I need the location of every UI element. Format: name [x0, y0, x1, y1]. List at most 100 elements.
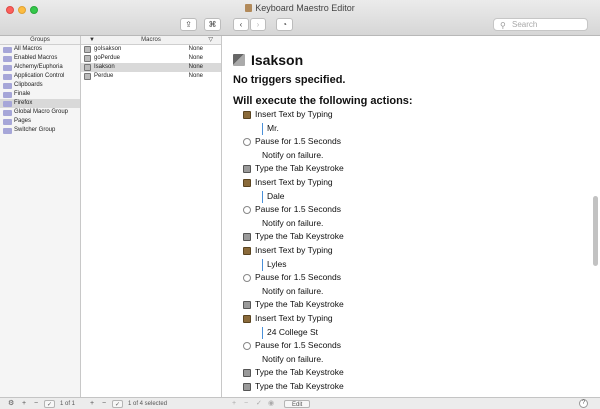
- macro-item[interactable]: goPerdue None: [81, 54, 221, 63]
- command-button[interactable]: ⌘: [204, 18, 221, 31]
- action-item[interactable]: Pause for 1.5 Seconds: [241, 339, 581, 353]
- document-icon: [245, 4, 253, 12]
- toggle-action-icon[interactable]: ✓: [256, 400, 262, 408]
- gear-icon[interactable]: ⚙: [8, 400, 14, 408]
- group-label: Clipboards: [14, 82, 43, 88]
- add-action-button[interactable]: +: [232, 400, 236, 408]
- action-text-value: 24 College St: [241, 326, 581, 340]
- group-item[interactable]: Alchemy/Euphoria: [0, 63, 80, 72]
- group-item[interactable]: Application Control: [0, 72, 80, 81]
- macro-item[interactable]: Isakson None: [81, 63, 221, 72]
- macro-name: goIsakson: [94, 46, 122, 52]
- actions-list: Insert Text by Typing Mr. Pause for 1.5 Se…: [241, 108, 581, 393]
- action-item[interactable]: Type the Tab Keystroke: [241, 298, 581, 312]
- keystroke-icon: [243, 369, 251, 378]
- edit-button[interactable]: Edit: [284, 400, 311, 408]
- remove-group-button[interactable]: −: [34, 400, 38, 408]
- group-item[interactable]: Clipboards: [0, 81, 80, 90]
- history-button[interactable]: ◔: [276, 18, 293, 31]
- add-group-button[interactable]: +: [22, 400, 26, 408]
- folder-icon: [3, 110, 12, 116]
- action-label: Insert Text by Typing: [255, 244, 333, 255]
- macros-pane: ▼ Macros ▽ goIsakson None goPerdue None Isak…: [81, 36, 222, 397]
- groups-pane: Groups All Macros Enabled Macros Alchemy/E…: [0, 36, 81, 397]
- forward-button[interactable]: ›: [250, 18, 266, 31]
- macro-name: Isakson: [94, 64, 115, 70]
- insert-text-icon: [243, 178, 251, 187]
- actions-heading: Will execute the following actions:: [233, 95, 413, 107]
- folder-icon: [3, 92, 12, 98]
- add-macro-button[interactable]: +: [90, 400, 94, 408]
- record-icon[interactable]: ◉: [268, 400, 274, 408]
- group-item[interactable]: Finale: [0, 90, 80, 99]
- action-item[interactable]: Insert Text by Typing: [241, 244, 581, 258]
- action-item[interactable]: Type the Tab Keystroke: [241, 230, 581, 244]
- group-label: Switcher Group: [14, 127, 56, 133]
- action-item[interactable]: Pause for 1.5 Seconds: [241, 271, 581, 285]
- action-item[interactable]: Insert Text by Typing: [241, 176, 581, 190]
- action-note: Notify on failure.: [262, 149, 324, 160]
- macro-icon: [84, 73, 91, 80]
- group-label: Application Control: [14, 73, 65, 79]
- search-field[interactable]: ⚲ Search: [493, 18, 588, 31]
- action-label: Insert Text by Typing: [255, 176, 333, 187]
- window-title: Keyboard Maestro Editor: [0, 3, 600, 13]
- group-item[interactable]: Pages: [0, 117, 80, 126]
- action-label: Pause for 1.5 Seconds: [255, 340, 342, 351]
- macro-item[interactable]: Perdue None: [81, 72, 221, 81]
- filter-icon[interactable]: ▽: [208, 36, 213, 44]
- group-item[interactable]: Global Macro Group: [0, 108, 80, 117]
- action-note: Notify on failure.: [262, 353, 324, 364]
- pause-icon: [243, 138, 251, 147]
- action-label: Type the Tab Keystroke: [255, 367, 344, 378]
- group-item[interactable]: Switcher Group: [0, 126, 80, 135]
- action-text-value: Mr.: [241, 122, 581, 136]
- insert-text-icon: [243, 246, 251, 255]
- action-label: Insert Text by Typing: [255, 312, 333, 323]
- back-button[interactable]: ‹: [233, 18, 249, 31]
- chevron-right-icon: ›: [256, 20, 260, 29]
- group-item[interactable]: Firefox: [0, 99, 80, 108]
- action-item[interactable]: Type the Tab Keystroke: [241, 366, 581, 380]
- action-item[interactable]: Pause for 1.5 Seconds: [241, 135, 581, 149]
- folder-icon: [3, 83, 12, 89]
- macro-trigger: None: [188, 73, 203, 79]
- group-label: Enabled Macros: [14, 55, 58, 61]
- scrollbar[interactable]: [593, 196, 598, 266]
- macro-icon: [84, 64, 91, 71]
- macro-trigger: None: [188, 46, 203, 52]
- folder-icon: [3, 119, 12, 125]
- folder-icon: [3, 47, 12, 53]
- action-label: Type the Tab Keystroke: [255, 380, 344, 391]
- clock-icon: ◔: [282, 20, 287, 29]
- keystroke-icon: [243, 301, 251, 310]
- macros-toggle-button[interactable]: ✓: [112, 400, 124, 408]
- macros-list: goIsakson None goPerdue None Isakson None Perd…: [81, 45, 221, 81]
- action-note: Notify on failure.: [262, 285, 324, 296]
- remove-macro-button[interactable]: −: [102, 400, 106, 408]
- action-item[interactable]: Insert Text by Typing: [241, 108, 581, 122]
- macro-icon: [233, 54, 245, 66]
- action-item[interactable]: Type the Tab Keystroke: [241, 380, 581, 394]
- group-label: Alchemy/Euphoria: [14, 64, 63, 70]
- action-item[interactable]: Pause for 1.5 Seconds: [241, 203, 581, 217]
- group-label: Global Macro Group: [14, 109, 69, 115]
- action-note: Notify on failure.: [262, 217, 324, 228]
- macros-header[interactable]: ▼ Macros ▽: [81, 36, 221, 45]
- share-button[interactable]: ⇪: [180, 18, 197, 31]
- group-item[interactable]: All Macros: [0, 45, 80, 54]
- action-item[interactable]: Insert Text by Typing: [241, 312, 581, 326]
- groups-toggle-button[interactable]: ✓: [44, 400, 56, 408]
- help-button[interactable]: ?: [579, 399, 588, 408]
- groups-header[interactable]: Groups: [0, 36, 80, 45]
- remove-action-button[interactable]: −: [244, 400, 248, 408]
- keystroke-icon: [243, 233, 251, 242]
- macro-trigger: None: [188, 55, 203, 61]
- action-label: Type the Tab Keystroke: [255, 163, 344, 174]
- sort-icon[interactable]: ▼: [89, 36, 95, 44]
- action-item[interactable]: Type the Tab Keystroke: [241, 162, 581, 176]
- group-item[interactable]: Enabled Macros: [0, 54, 80, 63]
- groups-count: 1 of 1: [60, 401, 76, 407]
- title-bar: Keyboard Maestro Editor ⇪ ⌘ ‹ › ◔ ⚲ Sear…: [0, 0, 600, 36]
- macro-item[interactable]: goIsakson None: [81, 45, 221, 54]
